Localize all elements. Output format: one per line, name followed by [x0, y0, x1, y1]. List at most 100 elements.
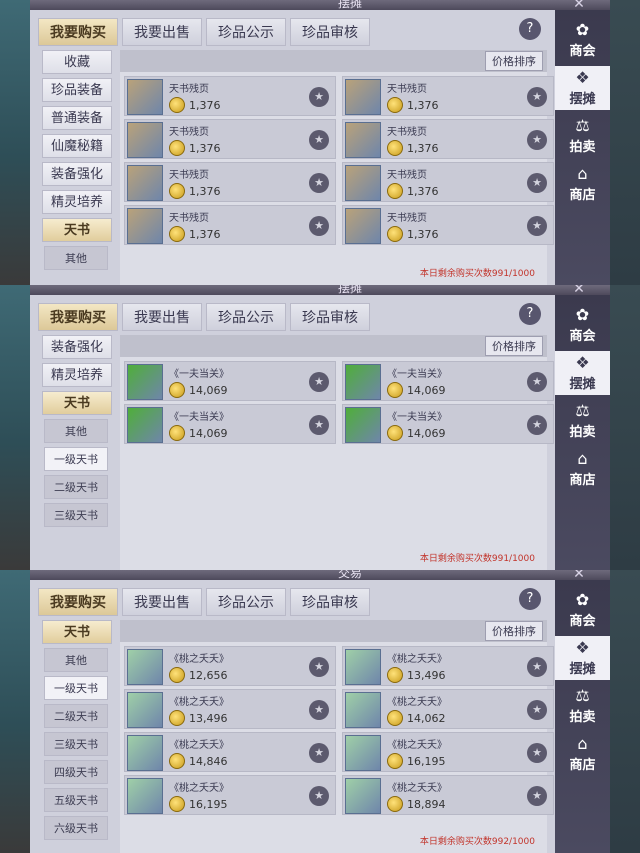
favorite-star-icon[interactable]: ★ [527, 786, 547, 806]
item-card[interactable]: 天书残页 1,376 ★ [124, 205, 336, 245]
favorite-star-icon[interactable]: ★ [309, 657, 329, 677]
category-item[interactable]: 二级天书 [44, 704, 108, 728]
category-item[interactable]: 五级天书 [44, 788, 108, 812]
favorite-star-icon[interactable]: ★ [527, 657, 547, 677]
item-card[interactable]: 《桃之夭夭》 13,496 ★ [124, 689, 336, 729]
category-item[interactable]: 精灵培养 [42, 363, 112, 387]
category-item[interactable]: 天书 [42, 218, 112, 242]
help-icon[interactable]: ? [519, 588, 541, 610]
help-icon[interactable]: ? [519, 303, 541, 325]
item-card[interactable]: 天书残页 1,376 ★ [342, 205, 554, 245]
item-card[interactable]: 《一夫当关》 14,069 ★ [124, 361, 336, 401]
side-nav-2[interactable]: ⚖ 拍卖 [555, 684, 610, 728]
item-card[interactable]: 天书残页 1,376 ★ [342, 76, 554, 116]
favorite-star-icon[interactable]: ★ [309, 743, 329, 763]
side-nav-2[interactable]: ⚖ 拍卖 [555, 114, 610, 158]
tab-bar: 我要购买 我要出售 珍品公示 珍品审核? [38, 303, 547, 331]
item-card[interactable]: 天书残页 1,376 ★ [124, 162, 336, 202]
item-card[interactable]: 《一夫当关》 14,069 ★ [124, 404, 336, 444]
favorite-star-icon[interactable]: ★ [527, 743, 547, 763]
favorite-star-icon[interactable]: ★ [527, 87, 547, 107]
category-item[interactable]: 三级天书 [44, 732, 108, 756]
side-nav-3[interactable]: ⌂ 商店 [555, 447, 610, 491]
tab-2[interactable]: 珍品公示 [206, 18, 286, 46]
tab-1[interactable]: 我要出售 [122, 303, 202, 331]
item-card[interactable]: 《一夫当关》 14,069 ★ [342, 404, 554, 444]
side-nav-3[interactable]: ⌂ 商店 [555, 162, 610, 206]
item-price: 16,195 [189, 798, 228, 811]
category-item[interactable]: 普通装备 [42, 106, 112, 130]
category-item[interactable]: 其他 [44, 419, 108, 443]
side-nav-3[interactable]: ⌂ 商店 [555, 732, 610, 776]
tab-3[interactable]: 珍品审核 [290, 588, 370, 616]
category-item[interactable]: 一级天书 [44, 447, 108, 471]
category-item[interactable]: 其他 [44, 648, 108, 672]
favorite-star-icon[interactable]: ★ [527, 700, 547, 720]
favorite-star-icon[interactable]: ★ [309, 173, 329, 193]
side-nav-label: 商会 [569, 329, 596, 344]
item-card[interactable]: 《桃之夭夭》 16,195 ★ [124, 775, 336, 815]
item-icon [345, 208, 381, 244]
favorite-star-icon[interactable]: ★ [527, 415, 547, 435]
help-icon[interactable]: ? [519, 18, 541, 40]
category-item[interactable]: 装备强化 [42, 335, 112, 359]
category-item[interactable]: 珍品装备 [42, 78, 112, 102]
side-nav-0[interactable]: ✿ 商会 [555, 588, 610, 632]
tab-3[interactable]: 珍品审核 [290, 303, 370, 331]
item-card[interactable]: 天书残页 1,376 ★ [342, 119, 554, 159]
category-item[interactable]: 一级天书 [44, 676, 108, 700]
sort-bar: 价格排序 [120, 335, 547, 357]
tab-0[interactable]: 我要购买 [38, 303, 118, 331]
item-card[interactable]: 《桃之夭夭》 14,062 ★ [342, 689, 554, 729]
price-sort-button[interactable]: 价格排序 [485, 51, 543, 71]
favorite-star-icon[interactable]: ★ [527, 216, 547, 236]
category-item[interactable]: 四级天书 [44, 760, 108, 784]
category-item[interactable]: 收藏 [42, 50, 112, 74]
favorite-star-icon[interactable]: ★ [527, 130, 547, 150]
tab-3[interactable]: 珍品审核 [290, 18, 370, 46]
price-sort-button[interactable]: 价格排序 [485, 336, 543, 356]
item-card[interactable]: 《桃之夭夭》 12,656 ★ [124, 646, 336, 686]
favorite-star-icon[interactable]: ★ [527, 173, 547, 193]
tab-2[interactable]: 珍品公示 [206, 588, 286, 616]
category-item[interactable]: 天书 [42, 620, 112, 644]
tab-2[interactable]: 珍品公示 [206, 303, 286, 331]
side-nav-0[interactable]: ✿ 商会 [555, 303, 610, 347]
favorite-star-icon[interactable]: ★ [309, 415, 329, 435]
item-card[interactable]: 《桃之夭夭》 18,894 ★ [342, 775, 554, 815]
side-nav-label: 商店 [569, 473, 596, 488]
favorite-star-icon[interactable]: ★ [309, 786, 329, 806]
tab-0[interactable]: 我要购买 [38, 18, 118, 46]
category-item[interactable]: 装备强化 [42, 162, 112, 186]
side-nav-2[interactable]: ⚖ 拍卖 [555, 399, 610, 443]
category-item[interactable]: 其他 [44, 246, 108, 270]
category-item[interactable]: 二级天书 [44, 475, 108, 499]
side-nav-1[interactable]: ❖ 摆摊 [555, 351, 610, 395]
favorite-star-icon[interactable]: ★ [527, 372, 547, 392]
category-item[interactable]: 六级天书 [44, 816, 108, 840]
category-item[interactable]: 仙魔秘籍 [42, 134, 112, 158]
category-item[interactable]: 三级天书 [44, 503, 108, 527]
item-card[interactable]: 天书残页 1,376 ★ [124, 76, 336, 116]
favorite-star-icon[interactable]: ★ [309, 216, 329, 236]
category-item[interactable]: 精灵培养 [42, 190, 112, 214]
favorite-star-icon[interactable]: ★ [309, 372, 329, 392]
item-card[interactable]: 《桃之夭夭》 16,195 ★ [342, 732, 554, 772]
tab-1[interactable]: 我要出售 [122, 588, 202, 616]
price-sort-button[interactable]: 价格排序 [485, 621, 543, 641]
item-card[interactable]: 天书残页 1,376 ★ [124, 119, 336, 159]
side-nav-0[interactable]: ✿ 商会 [555, 18, 610, 62]
item-price: 1,376 [189, 185, 221, 198]
tab-1[interactable]: 我要出售 [122, 18, 202, 46]
favorite-star-icon[interactable]: ★ [309, 87, 329, 107]
item-card[interactable]: 天书残页 1,376 ★ [342, 162, 554, 202]
tab-0[interactable]: 我要购买 [38, 588, 118, 616]
favorite-star-icon[interactable]: ★ [309, 130, 329, 150]
side-nav-1[interactable]: ❖ 摆摊 [555, 636, 610, 680]
item-card[interactable]: 《一夫当关》 14,069 ★ [342, 361, 554, 401]
item-card[interactable]: 《桃之夭夭》 14,846 ★ [124, 732, 336, 772]
favorite-star-icon[interactable]: ★ [309, 700, 329, 720]
side-nav-1[interactable]: ❖ 摆摊 [555, 66, 610, 110]
item-card[interactable]: 《桃之夭夭》 13,496 ★ [342, 646, 554, 686]
category-item[interactable]: 天书 [42, 391, 112, 415]
